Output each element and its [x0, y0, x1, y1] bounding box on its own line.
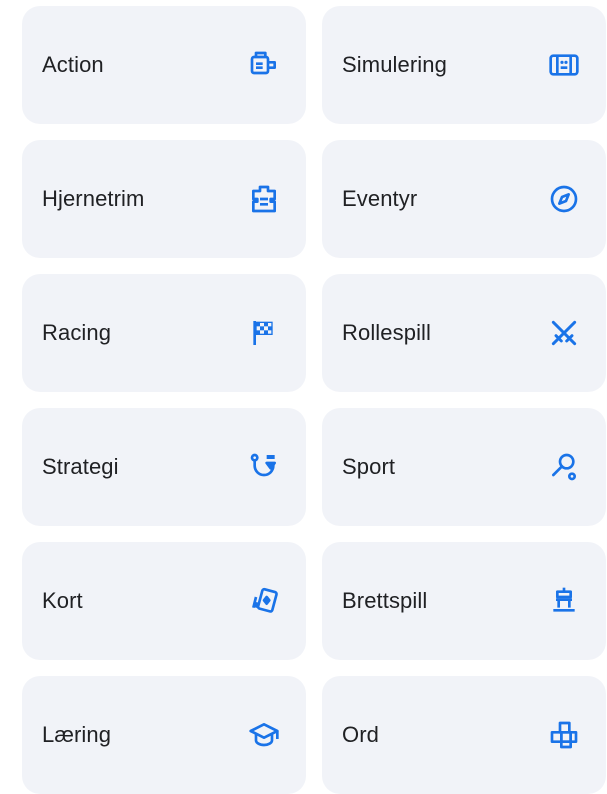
category-label: Strategi: [42, 454, 119, 479]
category-label: Hjernetrim: [42, 186, 145, 211]
gamepad-controller-icon: [246, 47, 282, 83]
category-label: Racing: [42, 320, 112, 345]
category-label: Ord: [342, 722, 379, 747]
sport-icon: [546, 449, 582, 485]
compass-icon: [546, 181, 582, 217]
category-tile-strategi[interactable]: Strategi: [22, 408, 306, 526]
category-label: Eventyr: [342, 186, 418, 211]
category-label: Rollespill: [342, 320, 432, 345]
category-tile-laering[interactable]: Læring: [22, 676, 306, 794]
category-label: Action: [42, 52, 104, 77]
category-label: Simulering: [342, 52, 447, 77]
category-tile-action[interactable]: Action: [22, 6, 306, 124]
category-tile-eventyr[interactable]: Eventyr: [322, 140, 606, 258]
simulation-icon: [546, 47, 582, 83]
word-tiles-icon: [546, 717, 582, 753]
category-tile-rollespill[interactable]: Rollespill: [322, 274, 606, 392]
crossed-swords-icon: [546, 315, 582, 351]
game-category-grid: Action Simulering Hjernetrim Eventyr Rac…: [22, 6, 606, 794]
category-tile-ord[interactable]: Ord: [322, 676, 606, 794]
graduation-cap-icon: [246, 717, 282, 753]
category-label: Sport: [342, 454, 396, 479]
category-tile-hjernetrim[interactable]: Hjernetrim: [22, 140, 306, 258]
board-game-icon: [546, 583, 582, 619]
puzzle-piece-icon: [246, 181, 282, 217]
category-label: Læring: [42, 722, 112, 747]
category-tile-racing[interactable]: Racing: [22, 274, 306, 392]
strategy-path-icon: [246, 449, 282, 485]
category-label: Brettspill: [342, 588, 428, 613]
category-tile-kort[interactable]: Kort: [22, 542, 306, 660]
category-tile-brettspill[interactable]: Brettspill: [322, 542, 606, 660]
category-tile-sport[interactable]: Sport: [322, 408, 606, 526]
playing-cards-icon: [246, 583, 282, 619]
category-tile-simulering[interactable]: Simulering: [322, 6, 606, 124]
category-label: Kort: [42, 588, 83, 613]
checkered-flag-icon: [246, 315, 282, 351]
